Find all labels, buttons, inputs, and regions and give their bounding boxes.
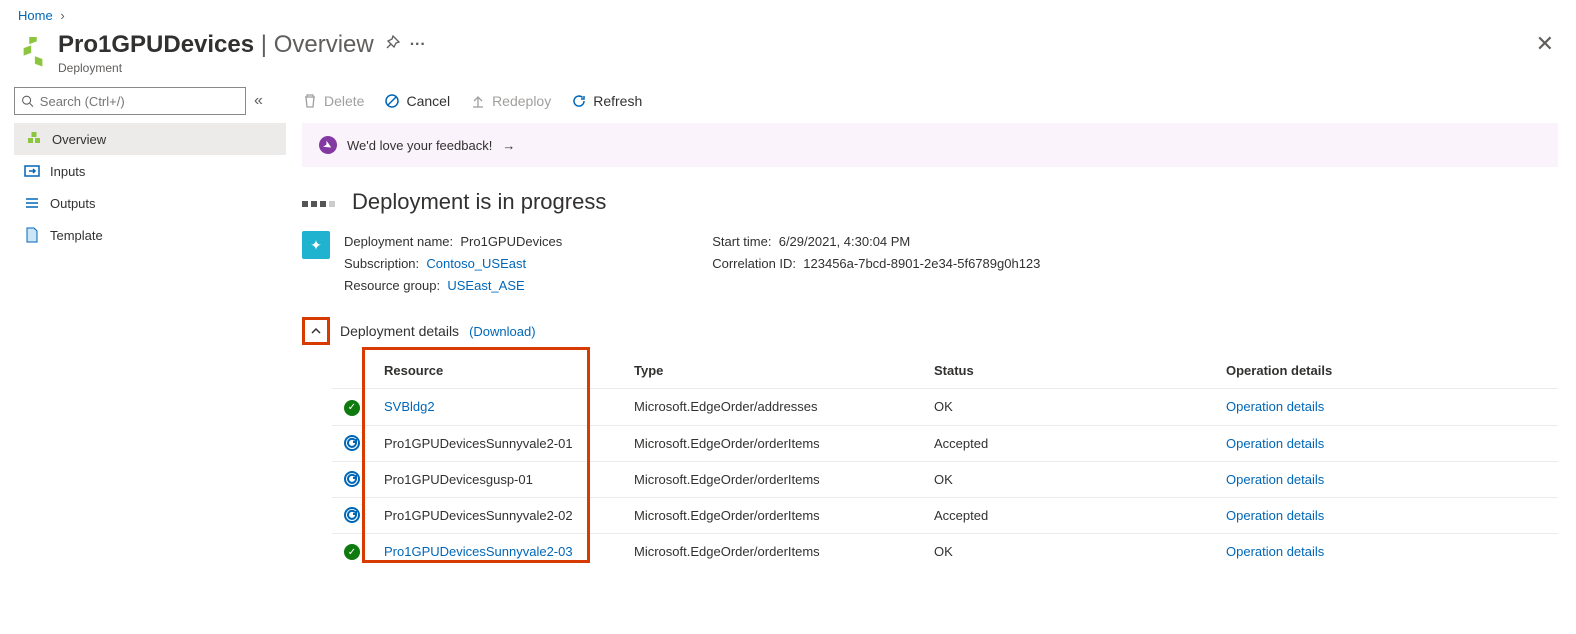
operation-details-link[interactable]: Operation details	[1226, 544, 1324, 559]
deployment-status: Deployment is in progress	[302, 189, 1558, 215]
deployment-badge-icon: ✦	[302, 231, 330, 259]
refresh-button[interactable]: Refresh	[571, 93, 642, 109]
progress-dots-icon	[302, 195, 338, 210]
table-row: Pro1GPUDevicesSunnyvale2-01 Microsoft.Edg…	[332, 425, 1558, 461]
search-icon	[21, 94, 34, 108]
operation-details-link[interactable]: Operation details	[1226, 399, 1324, 414]
label: Correlation ID:	[712, 256, 796, 271]
sidebar-item-overview[interactable]: Overview	[14, 123, 286, 155]
deployment-details-table: Resource Type Status Operation details ✓…	[332, 353, 1558, 569]
col-type: Type	[622, 353, 922, 389]
resource-link[interactable]: Pro1GPUDevicesSunnyvale2-03	[384, 544, 573, 559]
close-icon[interactable]: ✕	[1536, 31, 1558, 57]
pin-icon[interactable]	[384, 35, 400, 56]
delete-button: Delete	[302, 93, 364, 109]
resource-status: Accepted	[922, 497, 1214, 533]
status-ok-icon: ✓	[344, 544, 360, 560]
col-status: Status	[922, 353, 1214, 389]
cancel-icon	[384, 93, 400, 109]
outputs-icon	[24, 195, 40, 211]
status-progress-icon	[344, 435, 360, 451]
template-icon	[24, 227, 40, 243]
subscription-link[interactable]: Contoso_USEast	[426, 256, 526, 271]
resource-status: Accepted	[922, 425, 1214, 461]
resource-type: Microsoft.EdgeOrder/addresses	[622, 389, 922, 426]
sidebar: « Overview Inputs Outputs Template	[0, 81, 286, 589]
redeploy-icon	[470, 93, 486, 109]
operation-details-link[interactable]: Operation details	[1226, 436, 1324, 451]
deployment-details-header: Deployment details (Download)	[302, 317, 1558, 345]
col-resource: Resource	[372, 353, 622, 389]
status-title: Deployment is in progress	[352, 189, 606, 215]
resource-status: OK	[922, 389, 1214, 426]
breadcrumb-home[interactable]: Home	[18, 8, 53, 23]
value: 123456a-7bcd-8901-2e34-5f6789g0h123	[803, 256, 1040, 271]
sidebar-label: Template	[50, 228, 103, 243]
download-link[interactable]: (Download)	[469, 324, 535, 339]
search-input[interactable]	[14, 87, 246, 115]
status-ok-icon: ✓	[344, 400, 360, 416]
sidebar-item-template[interactable]: Template	[14, 219, 286, 251]
resource-group-link[interactable]: USEast_ASE	[447, 278, 524, 293]
sidebar-item-outputs[interactable]: Outputs	[14, 187, 286, 219]
details-label: Deployment details	[340, 323, 459, 339]
breadcrumb: Home ›	[0, 0, 1576, 25]
resource-status: OK	[922, 533, 1214, 569]
col-op: Operation details	[1214, 353, 1558, 389]
deployment-meta: ✦ Deployment name: Pro1GPUDevices Subscr…	[302, 231, 1558, 297]
status-progress-icon	[344, 471, 360, 487]
sidebar-label: Inputs	[50, 164, 85, 179]
label: Resource group:	[344, 278, 440, 293]
resource-type: Microsoft.EdgeOrder/orderItems	[622, 533, 922, 569]
more-icon[interactable]: ···	[410, 36, 426, 54]
operation-details-link[interactable]: Operation details	[1226, 472, 1324, 487]
feedback-icon: ➤	[316, 133, 341, 158]
deployment-icon	[18, 37, 48, 67]
label: Deployment name:	[344, 234, 453, 249]
main-content: Delete Cancel Redeploy Refresh ➤ We'd lo…	[286, 81, 1576, 589]
trash-icon	[302, 93, 318, 109]
redeploy-button: Redeploy	[470, 93, 551, 109]
resource-name: Pro1GPUDevicesSunnyvale2-01	[384, 436, 573, 451]
page-subtitle: Deployment	[58, 61, 426, 75]
feedback-banner[interactable]: ➤ We'd love your feedback! →	[302, 123, 1558, 167]
cancel-button[interactable]: Cancel	[384, 93, 450, 109]
table-row: ✓ Pro1GPUDevicesSunnyvale2-03 Microsoft.Ed…	[332, 533, 1558, 569]
inputs-icon	[24, 163, 40, 179]
resource-type: Microsoft.EdgeOrder/orderItems	[622, 425, 922, 461]
sidebar-label: Outputs	[50, 196, 96, 211]
toolbar: Delete Cancel Redeploy Refresh	[286, 81, 1558, 123]
page-title: Pro1GPUDevices | Overview	[58, 31, 374, 59]
page-header: Pro1GPUDevices | Overview ··· Deployment…	[0, 25, 1576, 81]
collapse-sidebar-icon[interactable]: «	[254, 92, 263, 110]
chevron-up-icon	[310, 325, 322, 337]
resource-name: Pro1GPUDevicesgusp-01	[384, 472, 533, 487]
value: 6/29/2021, 4:30:04 PM	[779, 234, 911, 249]
resource-name: Pro1GPUDevicesSunnyvale2-02	[384, 508, 573, 523]
collapse-toggle[interactable]	[302, 317, 330, 345]
resource-status: OK	[922, 461, 1214, 497]
operation-details-link[interactable]: Operation details	[1226, 508, 1324, 523]
sidebar-label: Overview	[52, 132, 106, 147]
chevron-right-icon: ›	[56, 8, 68, 23]
arrow-right-icon: →	[502, 138, 515, 153]
table-row: Pro1GPUDevicesgusp-01 Microsoft.EdgeOrder…	[332, 461, 1558, 497]
status-progress-icon	[344, 507, 360, 523]
label: Start time:	[712, 234, 771, 249]
feedback-text: We'd love your feedback!	[347, 138, 492, 153]
resource-link[interactable]: SVBldg2	[384, 399, 435, 414]
table-row: Pro1GPUDevicesSunnyvale2-02 Microsoft.Edg…	[332, 497, 1558, 533]
overview-icon	[26, 131, 42, 147]
label: Subscription:	[344, 256, 419, 271]
value: Pro1GPUDevices	[460, 234, 562, 249]
resource-type: Microsoft.EdgeOrder/orderItems	[622, 497, 922, 533]
table-row: ✓ SVBldg2 Microsoft.EdgeOrder/addressesOK O…	[332, 389, 1558, 426]
resource-type: Microsoft.EdgeOrder/orderItems	[622, 461, 922, 497]
refresh-icon	[571, 93, 587, 109]
sidebar-item-inputs[interactable]: Inputs	[14, 155, 286, 187]
